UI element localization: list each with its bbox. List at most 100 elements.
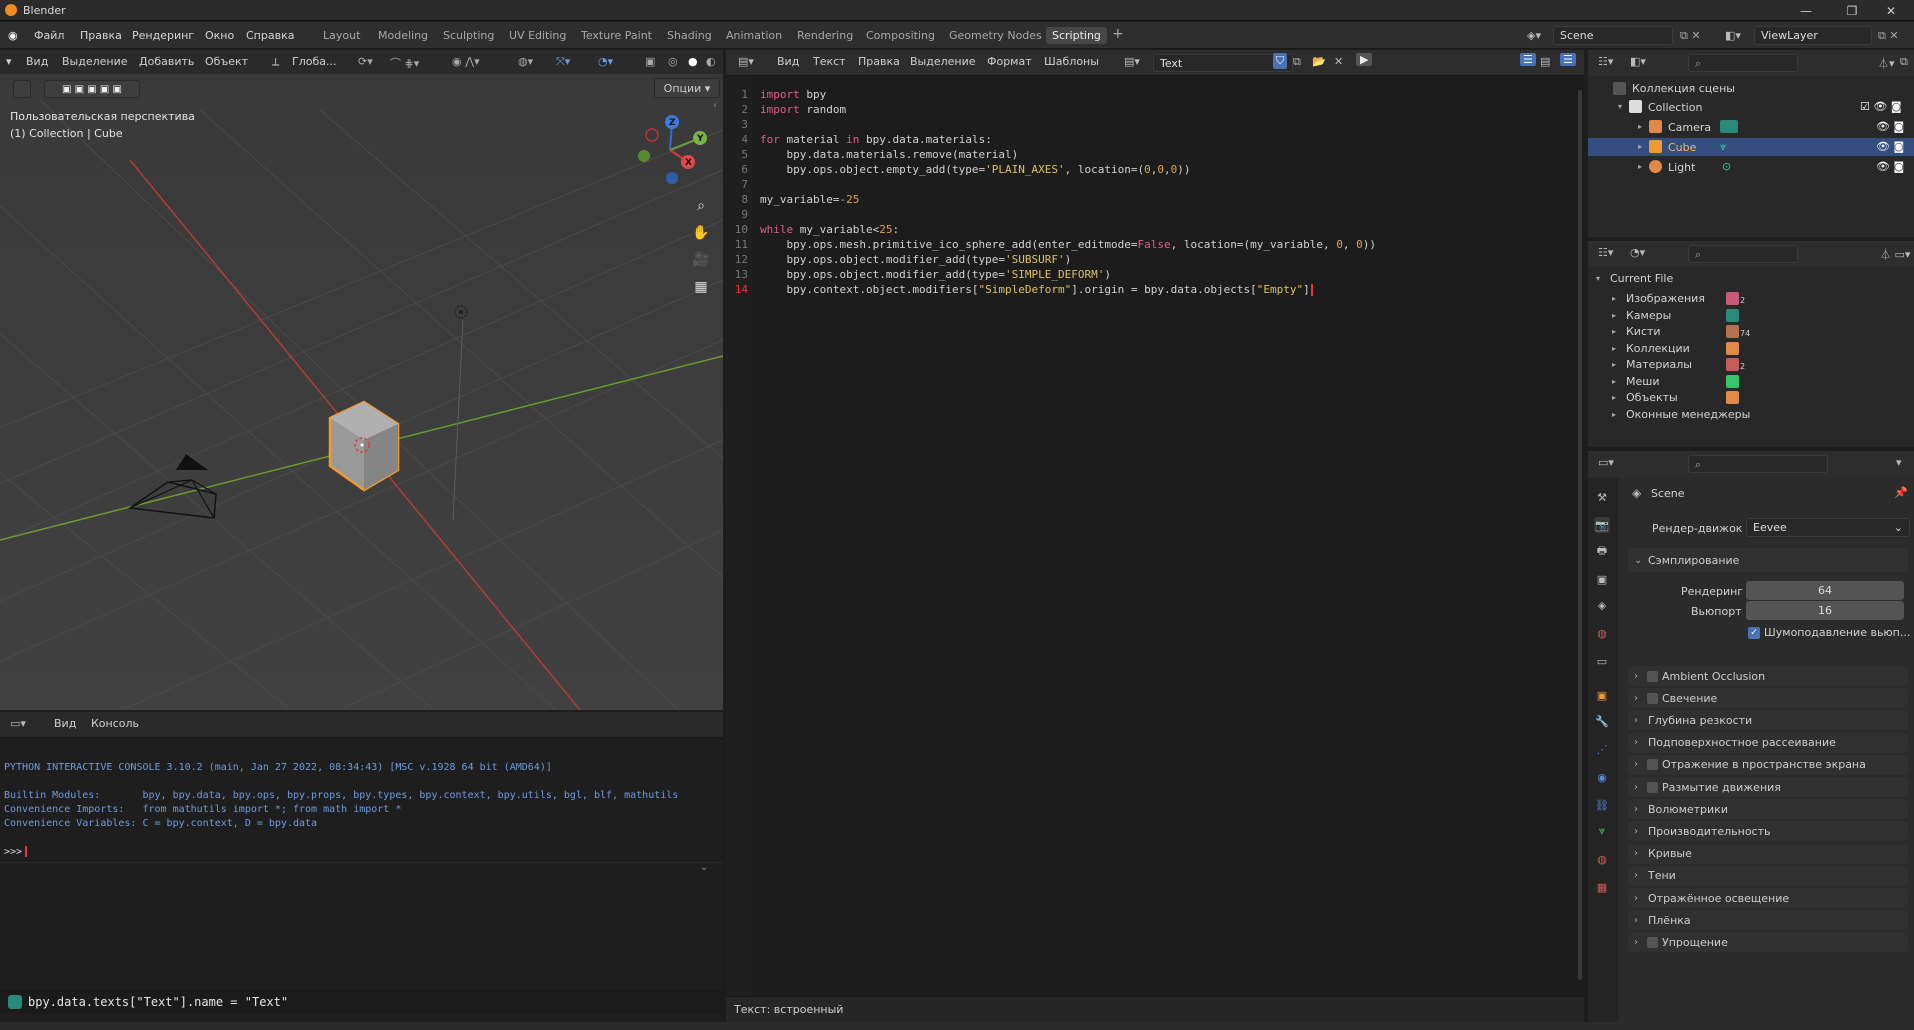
code-line[interactable]: import random: [760, 103, 846, 116]
view-layer-browse-icon[interactable]: ◧▾: [1725, 29, 1741, 42]
tab-animation[interactable]: Animation: [726, 29, 782, 42]
blend-file-outliner[interactable]: ☷▾ ◔▾ ⌕ ⏃ ▭▾ ▾ Current File ▸ Изображения…: [1588, 241, 1914, 447]
blend-file-item[interactable]: Материалы: [1626, 358, 1692, 371]
syntax-highlight-toggle-icon[interactable]: ☰: [1560, 53, 1576, 66]
editor-type-dropdown[interactable]: ▾: [6, 55, 12, 68]
panel-checkbox[interactable]: [1647, 692, 1658, 704]
new-collection-icon[interactable]: ⧉: [1900, 55, 1908, 69]
perspective-toggle-icon[interactable]: ▦: [689, 275, 713, 299]
expand-icon[interactable]: ▸: [1612, 344, 1616, 353]
blend-filter-icon[interactable]: ⏃ ▭▾: [1880, 246, 1910, 262]
code-line[interactable]: bpy.ops.object.modifier_add(type='SIMPLE…: [760, 268, 1111, 281]
cube-object[interactable]: [320, 400, 404, 494]
cube-visibility-icons[interactable]: 👁 ◙: [1876, 140, 1904, 153]
blend-file-item[interactable]: Коллекции: [1626, 342, 1690, 355]
menu-edit[interactable]: Правка: [80, 29, 122, 42]
sampling-panel[interactable]: ⌄ Сэмплирование: [1628, 548, 1908, 572]
property-panel[interactable]: › Ambient Occlusion: [1628, 666, 1908, 686]
collection-toggle-icons[interactable]: ☑ 👁 ◙: [1860, 100, 1902, 113]
new-scene-icon[interactable]: ⧉ ✕: [1680, 29, 1701, 43]
scene-tab-icon[interactable]: ◈: [1594, 597, 1610, 613]
outliner-search-input[interactable]: ⌕: [1688, 54, 1798, 72]
object-tab-icon[interactable]: ▣: [1594, 687, 1610, 703]
properties-options-icon[interactable]: ▾: [1896, 456, 1902, 469]
options-dropdown[interactable]: Опции ▾: [654, 78, 720, 98]
outliner-item-cube[interactable]: Cube: [1668, 141, 1696, 154]
panel-checkbox[interactable]: [1647, 781, 1658, 793]
transform-orientation-icon[interactable]: ⟂: [272, 55, 279, 69]
viewport-menu-select[interactable]: Выделение: [62, 55, 128, 68]
line-numbers-toggle-icon[interactable]: ☰: [1520, 53, 1536, 66]
collection-label[interactable]: Collection: [1648, 101, 1702, 114]
run-script-icon[interactable]: ▶: [1356, 53, 1373, 66]
property-panel[interactable]: › Плёнка: [1628, 910, 1908, 931]
editor-menu-edit[interactable]: Правка: [858, 55, 900, 68]
expand-cube-icon[interactable]: ▸: [1638, 142, 1642, 151]
code-line[interactable]: my_variable=-25: [760, 193, 859, 206]
expand-light-icon[interactable]: ▸: [1638, 162, 1642, 171]
camera-object[interactable]: [128, 454, 218, 524]
blender-menu-icon[interactable]: ◉: [8, 29, 18, 42]
property-panel[interactable]: › Глубина резкости: [1628, 710, 1908, 731]
blend-file-item[interactable]: Изображения: [1626, 292, 1705, 305]
console-menu-view[interactable]: Вид: [54, 717, 76, 730]
text-browse-icon[interactable]: ▤▾: [1124, 55, 1140, 68]
editor-menu-view[interactable]: Вид: [777, 55, 799, 68]
wireframe-shading-icon[interactable]: ◎: [668, 55, 678, 68]
fake-user-icon[interactable]: ⛉: [1273, 53, 1288, 69]
display-mode-icon[interactable]: ◧▾: [1630, 55, 1646, 68]
editor-type-icon[interactable]: ▤▾: [738, 55, 754, 68]
current-file-label[interactable]: Current File: [1610, 272, 1673, 285]
text-name-field[interactable]: Text: [1153, 54, 1293, 72]
outliner-item-light[interactable]: Light: [1668, 161, 1695, 174]
select-tool-icon[interactable]: [13, 80, 31, 98]
viewport-samples-field[interactable]: 16: [1746, 601, 1904, 620]
render-tab-icon[interactable]: 📷: [1594, 517, 1610, 533]
tab-scripting[interactable]: Scripting: [1046, 27, 1107, 44]
editor-menu-text[interactable]: Текст: [813, 55, 846, 68]
word-wrap-toggle-icon[interactable]: ▤: [1540, 55, 1550, 68]
modifier-tab-icon[interactable]: 🔧: [1594, 713, 1610, 729]
code-line[interactable]: for material in bpy.data.materials:: [760, 133, 992, 146]
tab-modeling[interactable]: Modeling: [378, 29, 428, 42]
expand-icon[interactable]: ▸: [1612, 294, 1616, 303]
property-panel[interactable]: › Тени: [1628, 865, 1908, 886]
new-view-layer-icon[interactable]: ⧉ ✕: [1878, 29, 1899, 43]
menu-file[interactable]: Файл: [34, 29, 64, 42]
property-panel[interactable]: › Упрощение: [1628, 932, 1908, 953]
viewport-menu-object[interactable]: Объект: [205, 55, 248, 68]
collection-tab-icon[interactable]: ▭: [1594, 653, 1610, 669]
properties-editor[interactable]: ▭▾ ⌕ ▾ ⚒ 📷 🖶 ▣ ◈ ◍ ▭ ▣ 🔧 ⋰ ◉ ⛓ ⩔ ◍ ▦ ◈ S…: [1588, 451, 1914, 1022]
material-shading-icon[interactable]: ◐: [706, 55, 716, 68]
panel-checkbox[interactable]: [1647, 759, 1658, 771]
property-panel[interactable]: › Отражение в пространстве экрана: [1628, 754, 1908, 775]
menu-window[interactable]: Окно: [205, 29, 234, 42]
menu-help[interactable]: Справка: [246, 29, 294, 42]
expand-icon[interactable]: ▸: [1612, 377, 1616, 386]
property-panel[interactable]: › Кривые: [1628, 843, 1908, 864]
open-text-icon[interactable]: 📂: [1312, 55, 1326, 68]
text-editor[interactable]: ▤▾ Вид Текст Правка Выделение Формат Шаб…: [726, 50, 1584, 1022]
python-console[interactable]: ▭▾ Вид Консоль PYTHON INTERACTIVE CONSOL…: [0, 712, 723, 1022]
pivot-point-icon[interactable]: ⟳▾: [358, 55, 373, 68]
proportional-edit-icon[interactable]: ◉ ⋀▾: [452, 55, 480, 68]
view-layer-field[interactable]: ViewLayer: [1754, 26, 1872, 45]
minimize-button[interactable]: —: [1783, 0, 1829, 21]
console-menu-console[interactable]: Консоль: [91, 717, 139, 730]
blend-file-item[interactable]: Камеры: [1626, 309, 1671, 322]
sidebar-toggle-icon[interactable]: ‹: [713, 100, 717, 111]
expand-icon[interactable]: ▸: [1612, 360, 1616, 369]
property-panel[interactable]: › Волюметрики: [1628, 799, 1908, 820]
code-area[interactable]: import bpy import random for material in b…: [726, 76, 1576, 996]
scene-browse-icon[interactable]: ◈▾: [1527, 29, 1541, 42]
particles-tab-icon[interactable]: ⋰: [1594, 741, 1610, 757]
pan-hand-icon[interactable]: ✋: [689, 221, 713, 245]
editor-menu-select[interactable]: Выделение: [910, 55, 976, 68]
camera-view-icon[interactable]: 🎥: [689, 248, 713, 272]
visibility-icon[interactable]: ◍▾: [518, 55, 533, 68]
physics-tab-icon[interactable]: ◉: [1594, 769, 1610, 785]
editor-menu-format[interactable]: Формат: [987, 55, 1032, 68]
material-tab-icon[interactable]: ◍: [1594, 851, 1610, 867]
expand-collection-icon[interactable]: ▾: [1618, 102, 1622, 111]
tab-layout[interactable]: Layout: [323, 29, 360, 42]
